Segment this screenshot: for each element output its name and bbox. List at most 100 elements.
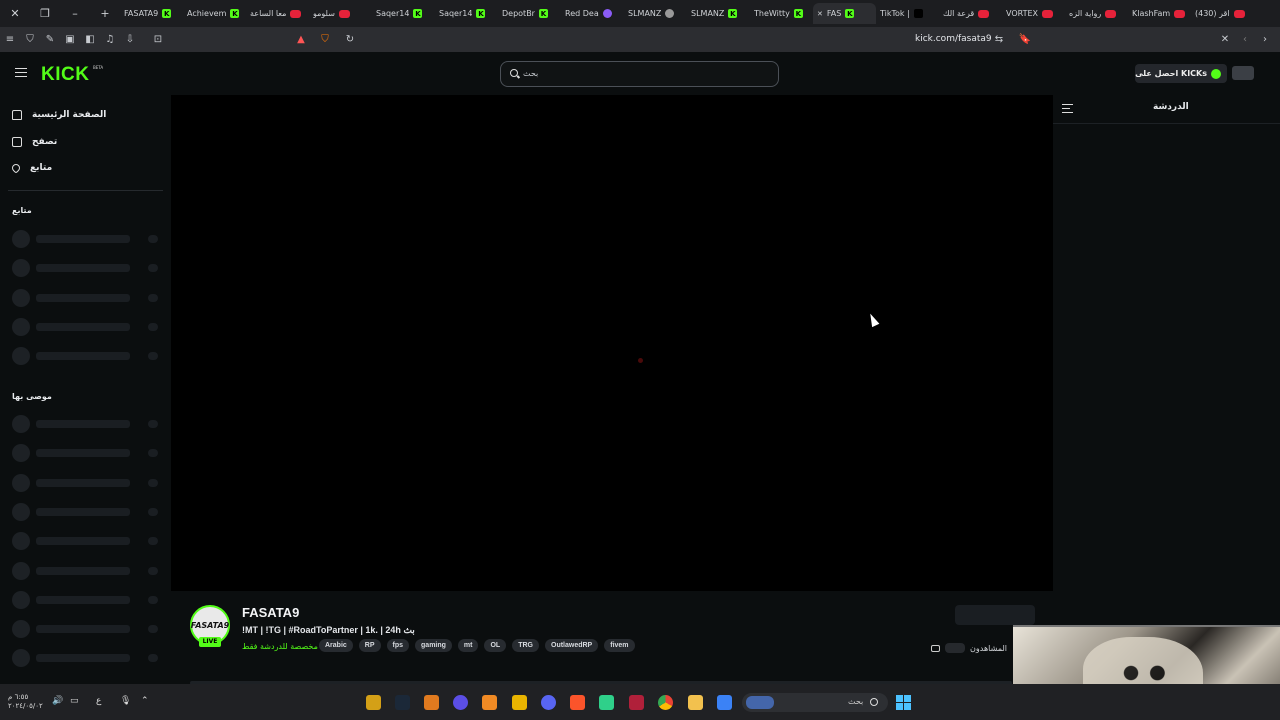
browser-tab-strip: ✕ ❐ – + FASATA9 K Achievem K معا الساعة سلومو… <box>0 0 1280 27</box>
chat-header: الدردشة <box>1053 94 1280 124</box>
forward-icon[interactable]: › <box>1255 27 1275 52</box>
download-icon[interactable]: ⇩ <box>120 27 140 52</box>
kick-logo[interactable]: KICK <box>41 64 89 86</box>
menu-icon[interactable]: ≡ <box>0 27 20 52</box>
user-avatar[interactable] <box>1232 66 1254 80</box>
chat-title: الدردشة <box>1153 102 1189 112</box>
collapse-chat-icon[interactable] <box>1062 104 1073 113</box>
browser-tab[interactable]: Saqer14 K <box>372 3 435 24</box>
app-icon[interactable] <box>599 695 614 710</box>
browser-tab[interactable]: DepotBr K <box>498 3 561 24</box>
close-window-icon[interactable]: ✕ <box>0 0 30 27</box>
skeleton-dot <box>148 625 158 634</box>
browser-tab[interactable]: معا الساعة <box>246 3 309 24</box>
browser-tab[interactable]: TikTok | <box>876 3 939 24</box>
browser-tab[interactable]: VORTEX <box>1002 3 1065 24</box>
bookmark-icon[interactable]: 🔖 <box>1015 27 1035 52</box>
browser-tab[interactable]: (430) اقر <box>1191 3 1254 24</box>
app-icon[interactable] <box>512 695 527 710</box>
brush-icon[interactable]: ✎ <box>40 27 60 52</box>
minimize-window-icon[interactable]: – <box>60 0 90 27</box>
volume-icon[interactable]: 🔊 <box>52 696 63 706</box>
browser-tab[interactable]: SLMANZ <box>624 3 687 24</box>
browser-tab[interactable]: KlashFam <box>1128 3 1191 24</box>
screenshot-icon[interactable]: ⊡ <box>148 27 168 52</box>
app-icon[interactable] <box>453 695 468 710</box>
shield-icon[interactable]: ⛉ <box>20 27 40 52</box>
url-text[interactable]: kick.com/fasata9 <box>915 34 992 44</box>
taskbar-search[interactable]: بحث <box>742 693 888 712</box>
beta-label: BETA <box>93 65 104 70</box>
restore-window-icon[interactable]: ❐ <box>30 0 60 27</box>
tag-chip[interactable]: TRG <box>512 639 539 652</box>
microphone-icon[interactable]: 🎙 <box>120 696 131 706</box>
tag-chip[interactable]: OL <box>484 639 507 652</box>
stream-info: FASATA9 LIVE FASATA9 !MT | !TG | #RoadTo… <box>171 591 1053 685</box>
tab-active[interactable]: ✕ FAS K <box>813 3 876 24</box>
sidebar-item-label: تصفح <box>32 137 58 147</box>
sidebar-item-following[interactable]: متابع <box>10 161 52 175</box>
skeleton-dot <box>148 507 158 516</box>
language-indicator[interactable]: ع <box>96 696 101 706</box>
network-icon[interactable]: ▭ <box>70 696 79 706</box>
tabs-icon[interactable]: ▣ <box>60 27 80 52</box>
skeleton-row <box>12 288 160 307</box>
browser-tab[interactable]: Red Dea <box>561 3 624 24</box>
browser-tab[interactable]: Saqer14 K <box>435 3 498 24</box>
skeleton-dot <box>148 449 158 458</box>
browser-tab[interactable]: سلومو <box>309 3 372 24</box>
close-tab-icon[interactable]: ✕ <box>817 10 823 18</box>
steam-icon[interactable] <box>395 695 410 710</box>
stream-title: !MT | !TG | #RoadToPartner | 1k. | 24h ب… <box>242 625 415 635</box>
chrome-icon[interactable] <box>658 695 673 710</box>
app-icon[interactable] <box>424 695 439 710</box>
browser-tab[interactable]: TheWitty K <box>750 3 813 24</box>
tag-chip[interactable]: fps <box>386 639 410 652</box>
kicks-coin-icon <box>1211 68 1221 79</box>
tray-expand-icon[interactable]: ⌃ <box>141 696 149 706</box>
get-kicks-button[interactable]: احصل على KICKs <box>1135 64 1227 83</box>
browser-tab[interactable]: FASATA9 K <box>120 3 183 24</box>
category-link[interactable]: مخصصة للدردشة فقط <box>242 642 318 651</box>
browser-tab[interactable]: SLMANZ K <box>687 3 750 24</box>
hamburger-menu-icon[interactable] <box>15 68 27 77</box>
site-settings-icon[interactable]: ⇆ <box>989 27 1009 52</box>
store-icon[interactable] <box>717 695 732 710</box>
system-clock[interactable]: ٦:٥٥ م ٢٠٢٤/٠٥/٠٢ <box>8 693 43 711</box>
browser-tab[interactable]: رواية الزه <box>1065 3 1128 24</box>
app-icon[interactable] <box>629 695 644 710</box>
channel-name[interactable]: FASATA9 <box>242 605 299 620</box>
youtube-icon <box>978 9 990 18</box>
sidebar-item-home[interactable]: الصفحة الرئيسية <box>12 108 106 122</box>
skeleton-circle <box>12 444 30 463</box>
sidebar-icon[interactable]: ◧ <box>80 27 100 52</box>
skeleton-dot <box>148 293 158 302</box>
video-player[interactable] <box>171 95 1053 591</box>
brave-icon[interactable] <box>570 695 585 710</box>
skeleton-row <box>12 561 160 580</box>
search-input[interactable]: بحث <box>500 61 779 87</box>
app-icon[interactable] <box>366 695 381 710</box>
brave-shield-icon[interactable]: ⛉ <box>315 27 335 52</box>
purple-icon <box>602 9 612 18</box>
tag-chip[interactable]: gaming <box>415 639 452 652</box>
file-explorer-icon[interactable] <box>688 695 703 710</box>
tag-chip[interactable]: mt <box>457 639 479 652</box>
windows-start-icon[interactable] <box>896 695 911 710</box>
discord-icon[interactable] <box>541 695 556 710</box>
app-icon[interactable] <box>482 695 497 710</box>
music-icon[interactable]: ♫ <box>100 27 120 52</box>
new-tab-button[interactable]: + <box>90 0 120 27</box>
stop-icon[interactable]: ✕ <box>1215 27 1235 52</box>
tag-chip[interactable]: OutlawedRP <box>545 639 599 652</box>
brave-rewards-icon[interactable]: ▲ <box>291 27 311 52</box>
youtube-icon <box>290 9 302 18</box>
reload-icon[interactable]: ↻ <box>340 27 360 52</box>
tag-chip[interactable]: fivem <box>604 639 635 652</box>
tag-chip[interactable]: RP <box>358 639 381 652</box>
browser-tab[interactable]: Achievem K <box>183 3 246 24</box>
tag-chip[interactable]: Arabic <box>319 639 353 652</box>
browser-tab[interactable]: قرعة الك <box>939 3 1002 24</box>
back-icon[interactable]: ‹ <box>1235 27 1255 52</box>
sidebar-item-browse[interactable]: تصفح <box>12 135 57 149</box>
